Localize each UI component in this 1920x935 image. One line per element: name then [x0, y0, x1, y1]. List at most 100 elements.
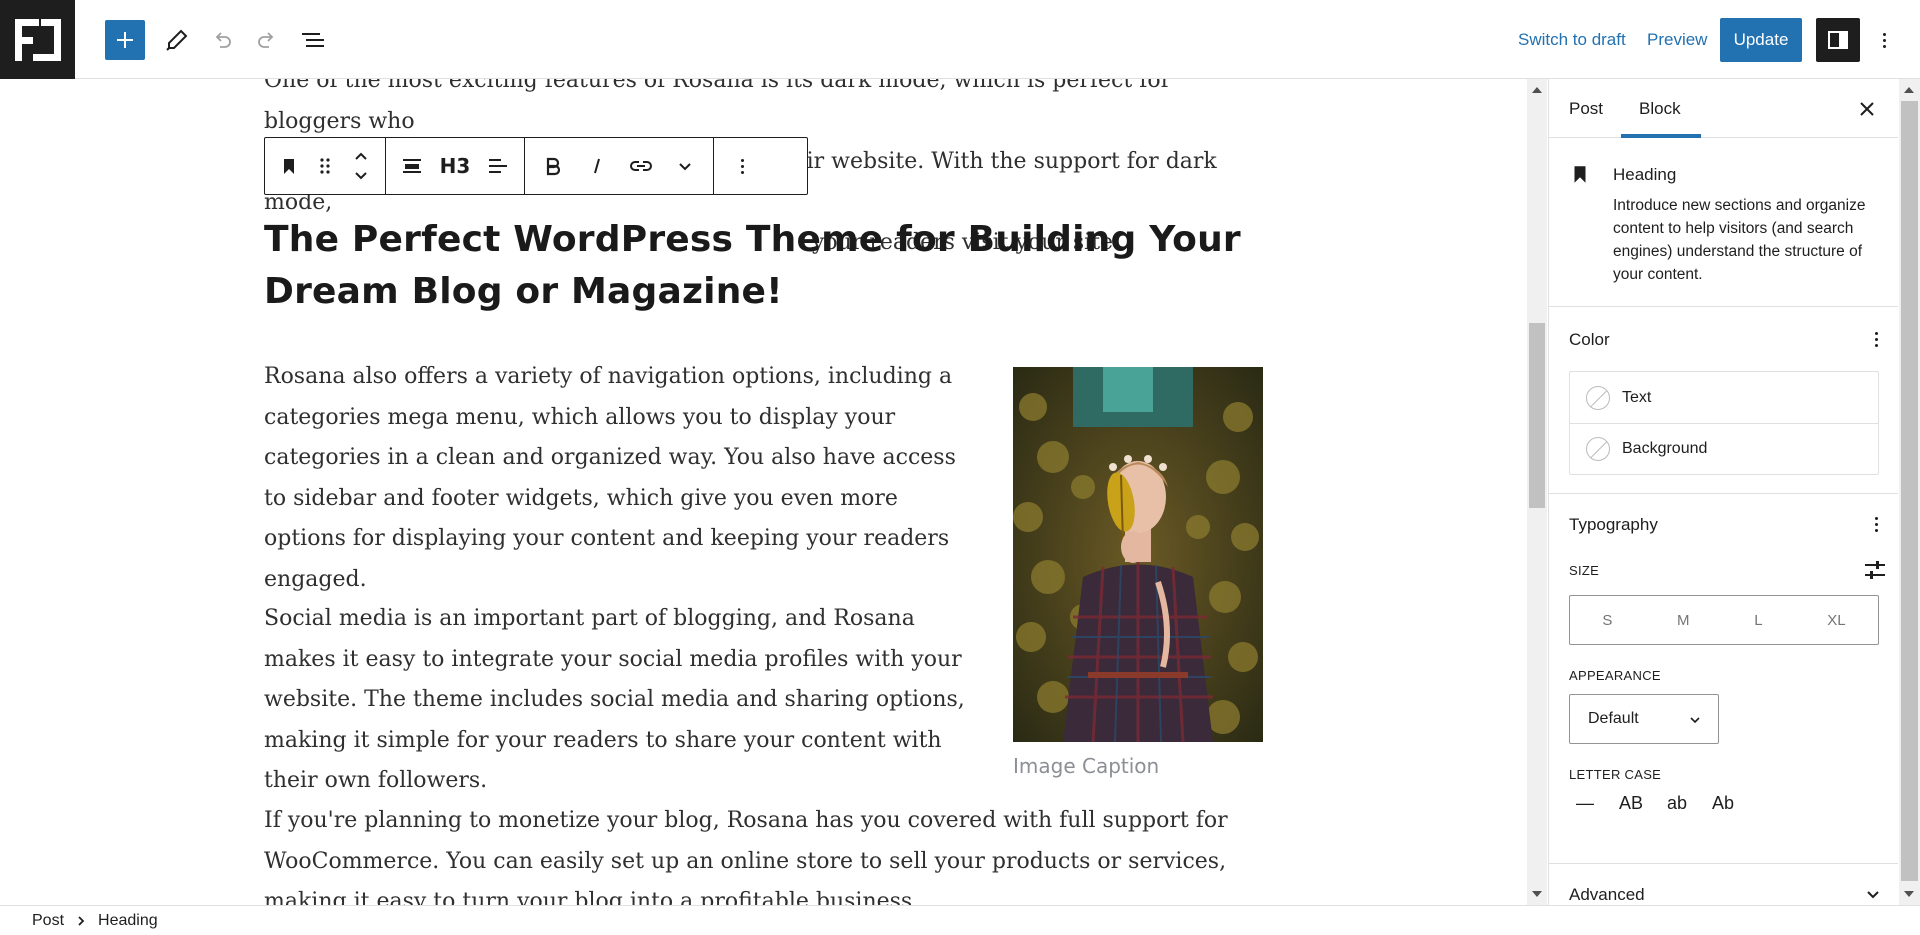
font-size-picker: S M L XL — [1569, 595, 1879, 645]
letter-case-uppercase-button[interactable]: AB — [1615, 787, 1647, 819]
size-label: SIZE — [1569, 563, 1600, 578]
add-block-button[interactable] — [105, 20, 145, 60]
chevron-right-icon — [78, 915, 85, 926]
tab-block[interactable]: Block — [1639, 99, 1681, 119]
bookmark-icon — [284, 159, 294, 174]
scroll-up-icon[interactable] — [1532, 87, 1542, 93]
sidebar-tabs: Post Block — [1549, 79, 1898, 138]
preview-button[interactable]: Preview — [1647, 30, 1707, 50]
scroll-down-icon[interactable] — [1904, 891, 1914, 897]
tools-button[interactable] — [157, 20, 197, 60]
link-button[interactable] — [619, 138, 663, 194]
woman-with-leaf-photo[interactable] — [1013, 367, 1263, 742]
chevron-down-icon — [679, 163, 691, 171]
chevron-down-icon[interactable] — [1863, 885, 1883, 905]
size-l-button[interactable]: L — [1754, 612, 1762, 629]
align-button[interactable] — [392, 138, 432, 194]
block-card-description: Introduce new sections and organize cont… — [1613, 197, 1866, 283]
paragraph-navigation[interactable]: Rosana also offers a variety of navigati… — [264, 357, 984, 600]
color-panel-title: Color — [1569, 330, 1610, 349]
format-group — [525, 138, 714, 194]
scrollbar-thumb[interactable] — [1529, 323, 1545, 508]
paragraph-woocommerce[interactable]: If you're planning to monetize your blog… — [264, 801, 1264, 905]
appearance-label: APPEARANCE — [1569, 668, 1661, 683]
letter-case-none-button[interactable]: — — [1569, 787, 1601, 819]
switch-to-draft-button[interactable]: Switch to draft — [1518, 30, 1626, 50]
block-card-title: Heading — [1613, 165, 1677, 184]
options-group — [714, 138, 770, 194]
text-color-option[interactable]: Text — [1570, 372, 1878, 423]
image-block[interactable]: Image Caption — [1013, 367, 1263, 778]
advanced-panel-toggle[interactable]: Advanced — [1569, 885, 1645, 905]
text-align-button[interactable] — [478, 138, 518, 194]
drag-handle[interactable] — [307, 138, 343, 194]
letter-case-lowercase-button[interactable]: ab — [1661, 787, 1693, 819]
block-settings-group: H3 — [386, 138, 525, 194]
empty-swatch-icon — [1586, 385, 1610, 410]
editor-canvas: One of the most exciting features of Ros… — [0, 79, 1527, 905]
scroll-down-icon[interactable] — [1532, 891, 1542, 897]
bookmark-icon — [1574, 166, 1586, 183]
more-vertical-icon — [730, 154, 754, 178]
selected-heading-block[interactable]: The Perfect WordPress Theme for Building… — [264, 214, 1264, 318]
list-view-icon — [302, 33, 324, 47]
paragraph-social[interactable]: Social media is an important part of blo… — [264, 599, 984, 802]
redo-icon — [258, 32, 274, 48]
canvas-scrollbar[interactable] — [1527, 79, 1547, 905]
update-button[interactable]: Update — [1720, 18, 1802, 62]
settings-sliders-icon[interactable] — [1863, 559, 1887, 581]
site-logo[interactable] — [0, 0, 75, 79]
background-color-option[interactable]: Background — [1570, 423, 1878, 474]
text-color-label: Text — [1622, 388, 1652, 406]
bold-button[interactable] — [531, 138, 575, 194]
document-overview-button[interactable] — [293, 20, 333, 60]
more-formats-button[interactable] — [663, 138, 707, 194]
block-options-button[interactable] — [720, 138, 764, 194]
settings-sidebar: Post Block Heading Introduce new section… — [1548, 79, 1898, 905]
block-mover-group — [265, 138, 386, 194]
heading-level-button[interactable]: H3 — [432, 138, 478, 194]
align-left-icon — [489, 159, 507, 173]
undo-icon — [215, 32, 231, 48]
typography-panel-title: Typography — [1569, 515, 1658, 534]
redo-button[interactable] — [247, 20, 287, 60]
appearance-select[interactable]: Default — [1569, 694, 1719, 744]
sidebar-scrollbar[interactable] — [1899, 79, 1920, 905]
block-breadcrumb: Post Heading — [0, 905, 1920, 935]
drag-handle-icon — [320, 158, 330, 174]
image-caption[interactable]: Image Caption — [1013, 754, 1263, 778]
italic-button[interactable] — [575, 138, 619, 194]
block-type-button[interactable] — [271, 138, 307, 194]
size-s-button[interactable]: S — [1602, 612, 1612, 629]
options-menu-icon[interactable] — [1872, 28, 1896, 52]
site-logo-icon — [14, 18, 61, 61]
close-sidebar-button[interactable] — [1853, 95, 1881, 123]
align-wide-icon — [403, 159, 421, 173]
size-xl-button[interactable]: XL — [1827, 612, 1845, 629]
scrollbar-thumb[interactable] — [1901, 101, 1918, 881]
undo-button[interactable] — [202, 20, 242, 60]
chevron-down-icon — [1690, 717, 1700, 724]
tab-post[interactable]: Post — [1569, 99, 1603, 119]
appearance-value: Default — [1588, 710, 1639, 727]
size-m-button[interactable]: M — [1677, 612, 1690, 629]
settings-toggle-button[interactable] — [1816, 18, 1860, 62]
block-card: Heading Introduce new sections and organ… — [1549, 139, 1898, 307]
letter-case-capitalize-button[interactable]: Ab — [1707, 787, 1739, 819]
color-options-icon[interactable] — [1864, 327, 1888, 351]
move-buttons[interactable] — [343, 138, 379, 194]
typography-options-icon[interactable] — [1864, 512, 1888, 536]
paragraph-line: One of the most exciting features of Ros… — [264, 79, 1172, 134]
paragraph-text: If you're planning to monetize your blog… — [264, 808, 1228, 905]
italic-icon — [594, 158, 600, 174]
background-color-label: Background — [1622, 440, 1708, 457]
active-tab-indicator — [1621, 134, 1701, 138]
scroll-up-icon[interactable] — [1904, 87, 1914, 93]
divider — [1549, 493, 1898, 494]
editor-header: Switch to draft Preview Update — [0, 0, 1920, 79]
chevron-up-down-icon — [355, 152, 367, 180]
bold-icon — [546, 157, 561, 176]
breadcrumb-heading[interactable]: Heading — [98, 912, 158, 930]
sidebar-icon — [1828, 31, 1848, 49]
breadcrumb-post[interactable]: Post — [32, 912, 64, 930]
